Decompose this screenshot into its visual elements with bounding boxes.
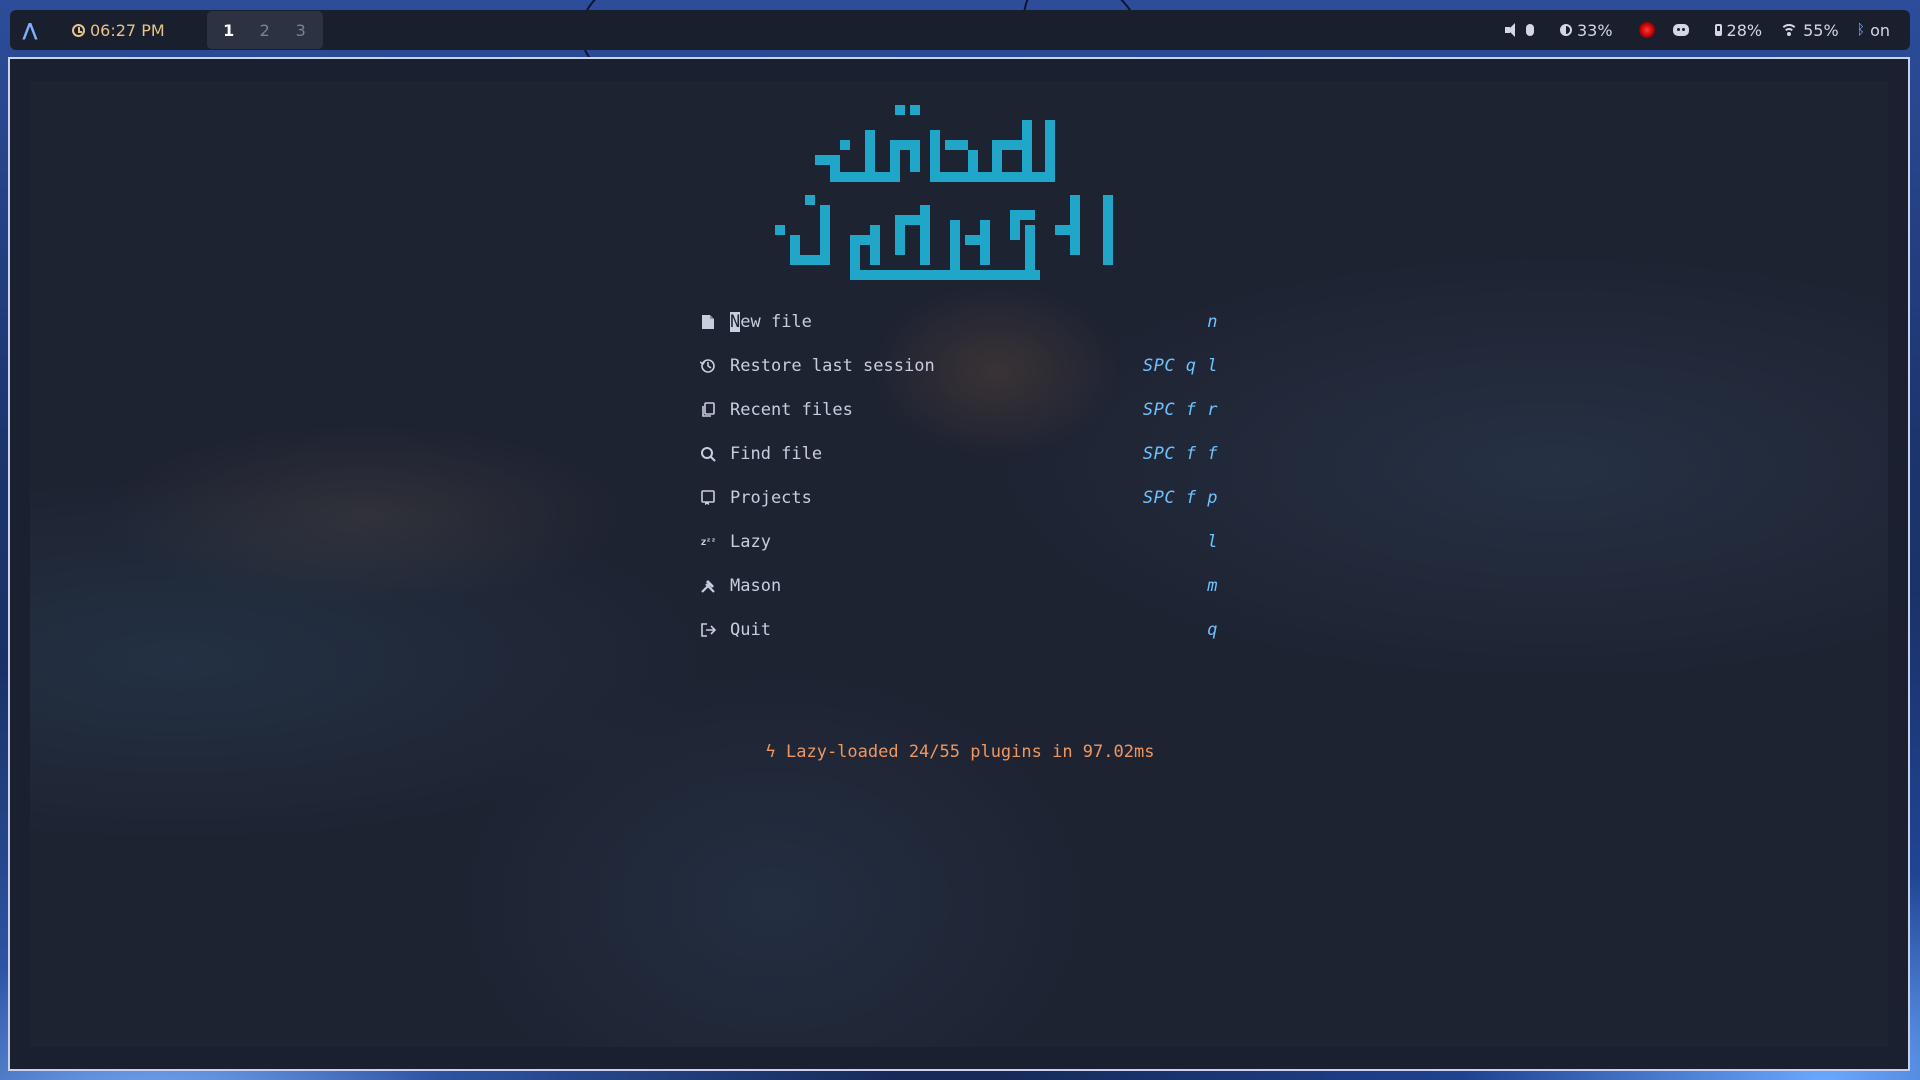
sleep-icon: zᶻᶻ (700, 536, 716, 548)
battery-indicator[interactable]: 28% (1709, 21, 1769, 40)
menu-item-projects[interactable]: Projects SPC f p (698, 476, 1218, 520)
menu-item-recent-files[interactable]: Recent files SPC f r (698, 388, 1218, 432)
tray-app-discord[interactable] (1667, 24, 1695, 36)
workspace-2[interactable]: 2 (247, 21, 283, 40)
bluetooth-icon: ᛒ (1856, 22, 1866, 38)
menu-item-lazy[interactable]: zᶻᶻ Lazy l (698, 520, 1218, 564)
menu-shortcut: SPC q l (1142, 356, 1218, 376)
file-icon (698, 312, 718, 332)
exit-icon (698, 620, 718, 640)
wifi-icon (1780, 24, 1799, 36)
startup-stats-text: Lazy-loaded 24/55 plugins in 97.02ms (786, 742, 1155, 762)
repo-icon (698, 488, 718, 508)
top-bar: ⋀ 06:27 PM 1 2 3 33% 28% 55% ᛒ on (10, 10, 1910, 50)
lightning-icon: ϟ (765, 742, 786, 762)
workspace-switcher: 1 2 3 (206, 11, 323, 49)
menu-shortcut: SPC f f (1142, 444, 1218, 464)
audio-controls[interactable] (1499, 23, 1540, 37)
bluetooth-value: on (1870, 20, 1890, 40)
brightness-indicator[interactable]: 33% (1554, 21, 1619, 40)
menu-label: Restore last session (730, 356, 935, 376)
menu-label: Mason (730, 576, 782, 596)
menu-label: Find file (730, 444, 823, 464)
brightness-icon (1559, 24, 1572, 36)
menu-shortcut: n (1207, 312, 1218, 332)
bluetooth-indicator[interactable]: ᛒ on (1851, 21, 1896, 40)
wifi-indicator[interactable]: 55% (1774, 21, 1845, 40)
battery-value: 28% (1726, 20, 1763, 40)
menu-item-find-file[interactable]: Find file SPC f f (698, 432, 1218, 476)
copy-icon (698, 400, 718, 420)
discord-icon[interactable] (1672, 24, 1689, 36)
clock-time: 06:27 PM (90, 20, 165, 40)
menu-item-quit[interactable]: Quit q (698, 608, 1218, 652)
tray-app-red[interactable] (1633, 22, 1661, 38)
speaker-icon[interactable] (1504, 23, 1521, 37)
wifi-value: 55% (1803, 20, 1839, 40)
history-icon (698, 356, 718, 376)
tools-icon (698, 576, 718, 596)
menu-shortcut: q (1207, 620, 1218, 640)
menu-item-restore-session[interactable]: Restore last session SPC q l (698, 344, 1218, 388)
menu-shortcut: SPC f p (1142, 488, 1218, 508)
arch-icon[interactable]: ⋀ (10, 10, 50, 50)
dashboard-logo (775, 105, 1113, 280)
menu-label: Lazy (730, 532, 771, 552)
menu-item-mason[interactable]: Mason m (698, 564, 1218, 608)
kufic-calligraphy (775, 105, 1113, 280)
workspace-3[interactable]: 3 (283, 21, 319, 40)
menu-shortcut: SPC f r (1142, 400, 1218, 420)
menu-label: Recent files (730, 400, 853, 420)
menu-shortcut: l (1207, 532, 1218, 552)
brightness-value: 33% (1576, 20, 1613, 40)
menu-shortcut: m (1207, 576, 1218, 596)
battery-icon (1714, 24, 1722, 36)
clock-icon (72, 23, 85, 37)
workspace-1[interactable]: 1 (211, 21, 247, 40)
app-tray-icon[interactable] (1638, 22, 1655, 38)
menu-label: New file (730, 312, 812, 332)
dashboard-menu: New file n Restore last session SPC q l … (698, 300, 1218, 652)
menu-item-new-file[interactable]: New file n (698, 300, 1218, 344)
menu-label: Projects (730, 488, 812, 508)
menu-label: Quit (730, 620, 771, 640)
startup-stats: ϟ Lazy-loaded 24/55 plugins in 97.02ms (0, 742, 1920, 762)
microphone-icon[interactable] (1525, 24, 1534, 36)
clock[interactable]: 06:27 PM (72, 21, 165, 40)
search-icon (698, 444, 718, 464)
